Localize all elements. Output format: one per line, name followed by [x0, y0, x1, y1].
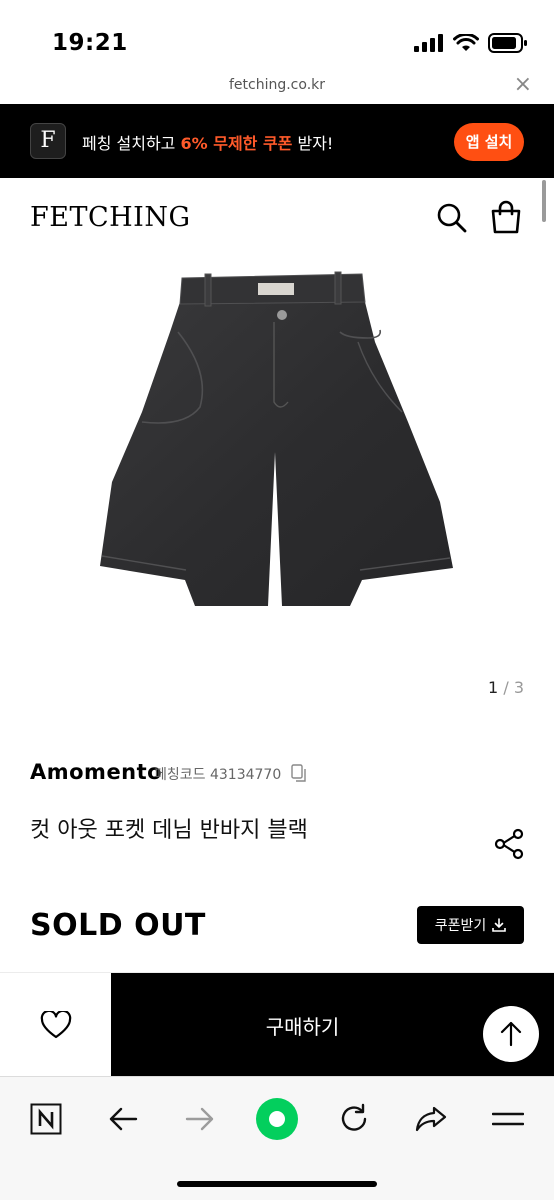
install-app-button[interactable]: 앱 설치: [454, 123, 524, 161]
menu-button[interactable]: [486, 1097, 530, 1141]
copy-icon[interactable]: [291, 764, 307, 782]
green-dot-button[interactable]: [255, 1097, 299, 1141]
product-name: 컷 아웃 포켓 데님 반바지 블랙: [30, 818, 308, 843]
scroll-to-top-button[interactable]: [483, 1006, 539, 1062]
app-logo-icon: F: [30, 123, 66, 159]
refresh-button[interactable]: [332, 1097, 376, 1141]
naver-n-icon: [30, 1103, 62, 1135]
status-time: 19:21: [52, 30, 128, 56]
url-text[interactable]: fetching.co.kr: [0, 77, 554, 93]
image-counter-total: 3: [513, 678, 524, 697]
price-status: SOLD OUT: [30, 908, 206, 943]
refresh-icon: [341, 1103, 367, 1131]
battery-icon: [488, 33, 527, 53]
search-icon[interactable]: [436, 202, 468, 234]
banner-text-suffix: 받자!: [292, 134, 334, 153]
download-icon: [492, 918, 507, 932]
banner-text-highlight: 6% 무제한 쿠폰: [180, 134, 293, 153]
product-image[interactable]: [90, 262, 464, 612]
shopping-bag-icon[interactable]: [490, 200, 522, 234]
home-indicator[interactable]: [177, 1181, 377, 1187]
image-counter-separator: /: [503, 678, 509, 697]
hamburger-menu-icon: [492, 1112, 524, 1126]
coupon-button-label: 쿠폰받기: [434, 918, 487, 934]
scrollbar[interactable]: [542, 180, 546, 222]
image-counter: 1 / 3: [488, 678, 524, 697]
arrow-up-icon: [500, 1021, 522, 1047]
cellular-signal-icon: [414, 34, 443, 52]
share-page-button[interactable]: [409, 1097, 453, 1141]
forward-arrow-icon: [185, 1107, 214, 1131]
wishlist-button[interactable]: [0, 973, 111, 1077]
bottom-action-bar: 구매하기: [0, 972, 554, 1077]
back-arrow-icon: [109, 1107, 138, 1131]
url-bar[interactable]: fetching.co.kr ×: [0, 72, 554, 104]
fetching-code: 페칭코드 43134770: [154, 767, 282, 783]
forward-button[interactable]: [178, 1097, 222, 1141]
close-icon[interactable]: ×: [514, 74, 532, 96]
share-arrow-icon: [415, 1106, 447, 1132]
site-header: FETCHING: [0, 178, 554, 262]
brand-name[interactable]: Amomento: [30, 760, 162, 784]
banner-text-prefix: 페칭 설치하고: [82, 134, 181, 153]
status-icons: [414, 33, 528, 53]
app-install-banner[interactable]: F 페칭 설치하고 6% 무제한 쿠폰 받자! 앱 설치: [0, 104, 554, 178]
back-button[interactable]: [101, 1097, 145, 1141]
wifi-icon: [453, 33, 479, 51]
naver-home-button[interactable]: [24, 1097, 68, 1141]
site-logo[interactable]: FETCHING: [30, 202, 191, 233]
share-icon[interactable]: [494, 828, 524, 860]
banner-text: 페칭 설치하고 6% 무제한 쿠폰 받자!: [82, 130, 333, 154]
green-dot-icon: [256, 1098, 298, 1140]
get-coupon-button[interactable]: 쿠폰받기: [417, 906, 524, 944]
heart-icon: [40, 1011, 71, 1039]
status-bar: 19:21: [0, 0, 554, 72]
image-counter-current: 1: [488, 678, 499, 697]
